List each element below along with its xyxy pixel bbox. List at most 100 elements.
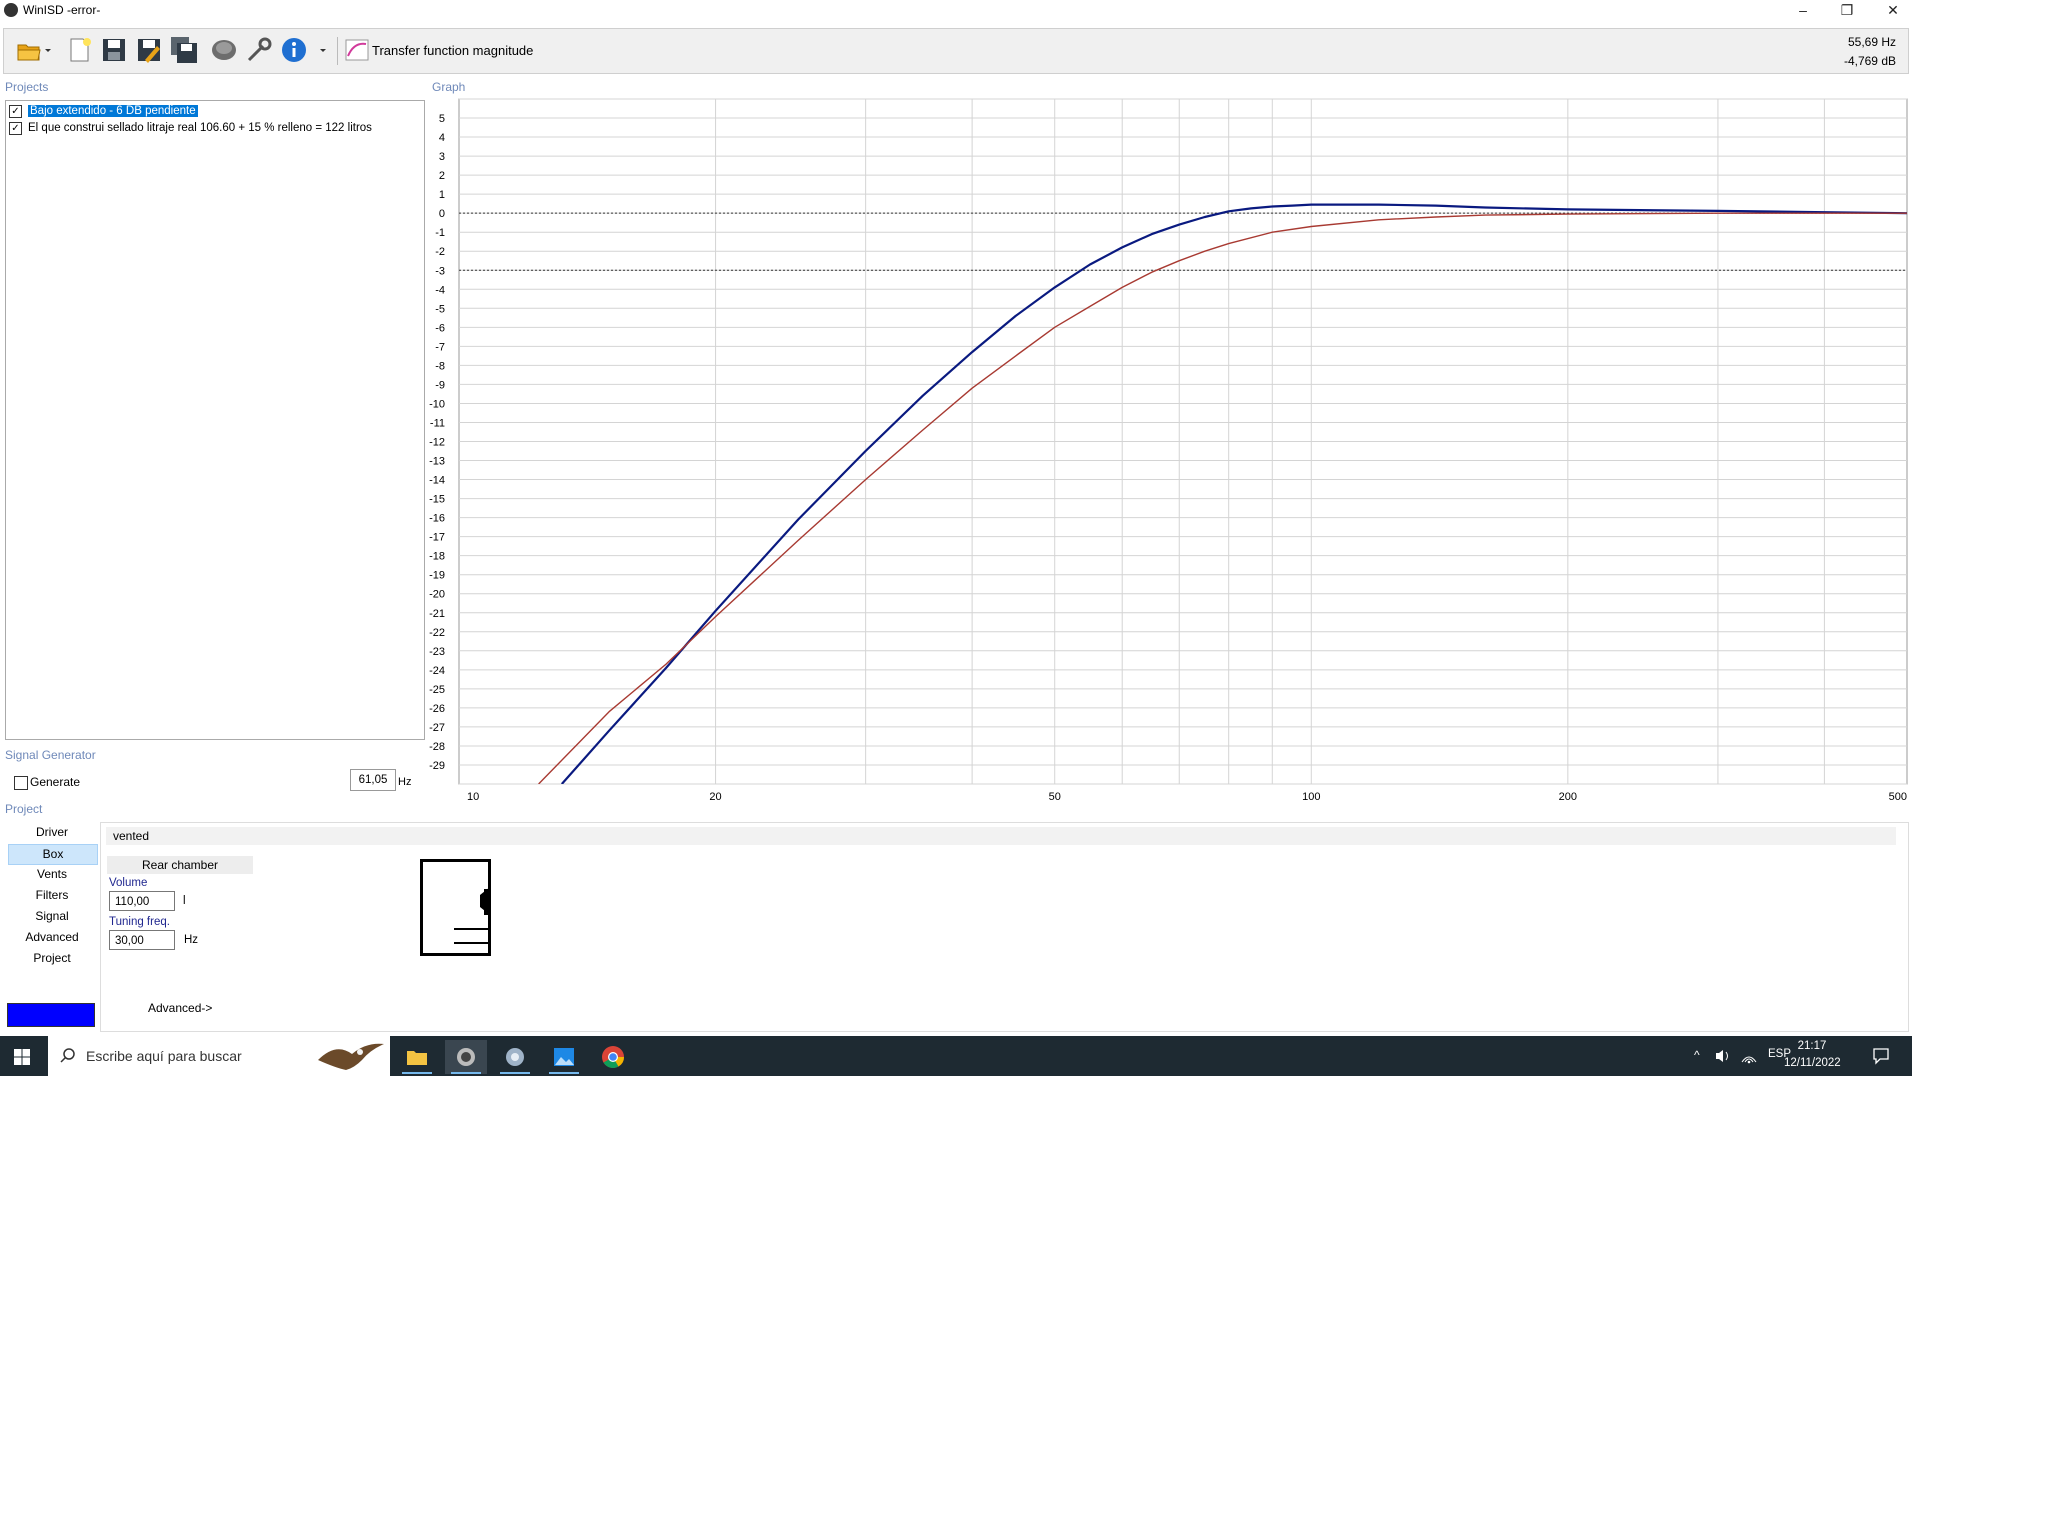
projects-header: Projects	[5, 80, 49, 94]
taskbar-app[interactable]	[494, 1040, 536, 1074]
signal-frequency-unit: Hz	[398, 776, 412, 788]
volume-icon[interactable]	[1714, 1048, 1732, 1064]
active-indicator	[549, 1072, 579, 1074]
tray-date[interactable]: 12/11/2022	[1784, 1057, 1841, 1069]
y-tick-label: -10	[429, 398, 445, 410]
winisd-icon	[457, 1048, 475, 1066]
tray-time[interactable]: 21:17	[1784, 1040, 1840, 1052]
nav-project[interactable]: Project	[8, 949, 96, 968]
y-tick-label: -28	[429, 741, 445, 753]
restore-button[interactable]: ❐	[1824, 0, 1870, 20]
save-button[interactable]	[99, 35, 129, 65]
window-title: WinISD -error-	[23, 3, 101, 17]
y-tick-label: 4	[439, 132, 445, 144]
new-document-icon	[70, 38, 91, 62]
y-tick-label: -6	[435, 322, 445, 334]
project-item[interactable]: ✓ Bajo extendido - 6 DB pendiente	[9, 103, 198, 119]
nav-driver[interactable]: Driver	[8, 823, 96, 842]
show-hidden-icons-icon[interactable]: ^	[1694, 1048, 1700, 1062]
open-folder-button[interactable]	[14, 35, 44, 65]
nav-signal[interactable]: Signal	[8, 907, 96, 926]
info-button[interactable]	[279, 35, 309, 65]
windows-start-icon[interactable]	[14, 1049, 30, 1065]
nav-vents[interactable]: Vents	[8, 865, 96, 884]
taskbar-winisd[interactable]	[445, 1040, 487, 1074]
settings-button[interactable]	[244, 35, 274, 65]
advanced-link[interactable]: Advanced->	[148, 1001, 212, 1015]
chrome-icon	[602, 1046, 624, 1068]
save-icon	[103, 39, 125, 61]
generate-checkbox[interactable]	[14, 776, 28, 790]
project-nav: Driver Box Vents Filters Signal Advanced…	[5, 823, 98, 983]
project-label: El que construi sellado litraje real 106…	[28, 122, 372, 134]
toolbar: Transfer function magnitude 55,69 Hz -4,…	[3, 28, 1909, 74]
y-tick-label: -19	[429, 570, 445, 582]
nav-advanced[interactable]: Advanced	[8, 928, 96, 947]
save-all-button[interactable]	[169, 35, 199, 65]
rear-chamber-tab[interactable]: Rear chamber	[107, 856, 253, 874]
y-tick-label: -20	[429, 589, 445, 601]
y-tick-label: -21	[429, 608, 445, 620]
save-as-button[interactable]	[134, 35, 164, 65]
minimize-button[interactable]: –	[1780, 0, 1826, 20]
y-tick-label: -9	[435, 379, 445, 391]
y-tick-label: -13	[429, 456, 445, 468]
y-tick-label: -29	[429, 760, 445, 772]
volume-input[interactable]: 110,00	[109, 891, 175, 911]
signal-generator-header: Signal Generator	[5, 748, 96, 762]
graph-icon	[345, 39, 369, 61]
info-dropdown-button[interactable]	[317, 35, 329, 65]
y-tick-label: -27	[429, 722, 445, 734]
x-tick-label: 10	[467, 791, 479, 803]
y-tick-label: -23	[429, 646, 445, 658]
photos-icon	[554, 1048, 574, 1066]
taskbar-photos[interactable]	[543, 1040, 585, 1074]
notifications-icon[interactable]	[1872, 1047, 1890, 1065]
taskbar: Escribe aquí para buscar ^ ESP 21:17 12/…	[0, 1036, 1912, 1076]
y-tick-label: -14	[429, 475, 445, 487]
y-tick-label: -11	[430, 417, 445, 429]
y-tick-label: -16	[429, 513, 445, 525]
active-indicator	[451, 1072, 481, 1074]
tuning-freq-input[interactable]: 30,00	[109, 930, 175, 950]
y-tick-label: -17	[429, 532, 445, 544]
box-type-select[interactable]: vented	[106, 827, 1896, 845]
nav-filters[interactable]: Filters	[8, 886, 96, 905]
box-panel: vented Rear chamber Volume 110,00 l Tuni…	[100, 822, 1909, 1032]
y-tick-label: -12	[429, 437, 445, 449]
signal-frequency-input[interactable]: 61,05	[350, 769, 396, 791]
taskbar-file-explorer[interactable]	[396, 1040, 438, 1074]
x-tick-label: 20	[709, 791, 721, 803]
graph-header: Graph	[432, 80, 466, 94]
project-label: Bajo extendido - 6 DB pendiente	[28, 105, 198, 117]
y-tick-label: -22	[429, 627, 445, 639]
taskbar-chrome[interactable]	[592, 1040, 634, 1074]
graph-type-select[interactable]: Transfer function magnitude	[372, 43, 533, 58]
project-checkbox[interactable]: ✓	[9, 104, 22, 118]
y-tick-label: -15	[429, 494, 445, 506]
tuning-freq-label: Tuning freq.	[109, 916, 170, 928]
driver-button[interactable]	[209, 35, 239, 65]
y-tick-label: -25	[429, 684, 445, 696]
graph-type-icon-button[interactable]	[342, 35, 372, 65]
taskbar-search[interactable]: Escribe aquí para buscar	[48, 1036, 390, 1076]
open-dropdown-button[interactable]	[42, 35, 54, 65]
x-tick-label: 100	[1302, 791, 1320, 803]
projects-list: ✓ Bajo extendido - 6 DB pendiente ✓ El q…	[5, 100, 425, 740]
y-tick-label: -4	[435, 284, 445, 296]
y-tick-label: -7	[435, 341, 445, 353]
search-placeholder: Escribe aquí para buscar	[86, 1048, 242, 1064]
wifi-icon[interactable]	[1740, 1048, 1758, 1064]
project-color-swatch[interactable]	[7, 1003, 95, 1027]
project-item[interactable]: ✓ El que construi sellado litraje real 1…	[9, 120, 372, 136]
nav-box[interactable]: Box	[8, 844, 98, 865]
new-document-button[interactable]	[64, 35, 94, 65]
graph-chart[interactable]: 543210-1-2-3-4-5-6-7-8-9-10-11-12-13-14-…	[425, 95, 1910, 805]
toolbar-separator	[337, 37, 338, 65]
y-tick-label: 1	[439, 189, 445, 201]
project-checkbox[interactable]: ✓	[9, 121, 22, 135]
active-indicator	[402, 1072, 432, 1074]
generate-label: Generate	[30, 775, 81, 789]
save-all-icon	[171, 37, 197, 63]
close-button[interactable]: ✕	[1870, 0, 1916, 20]
